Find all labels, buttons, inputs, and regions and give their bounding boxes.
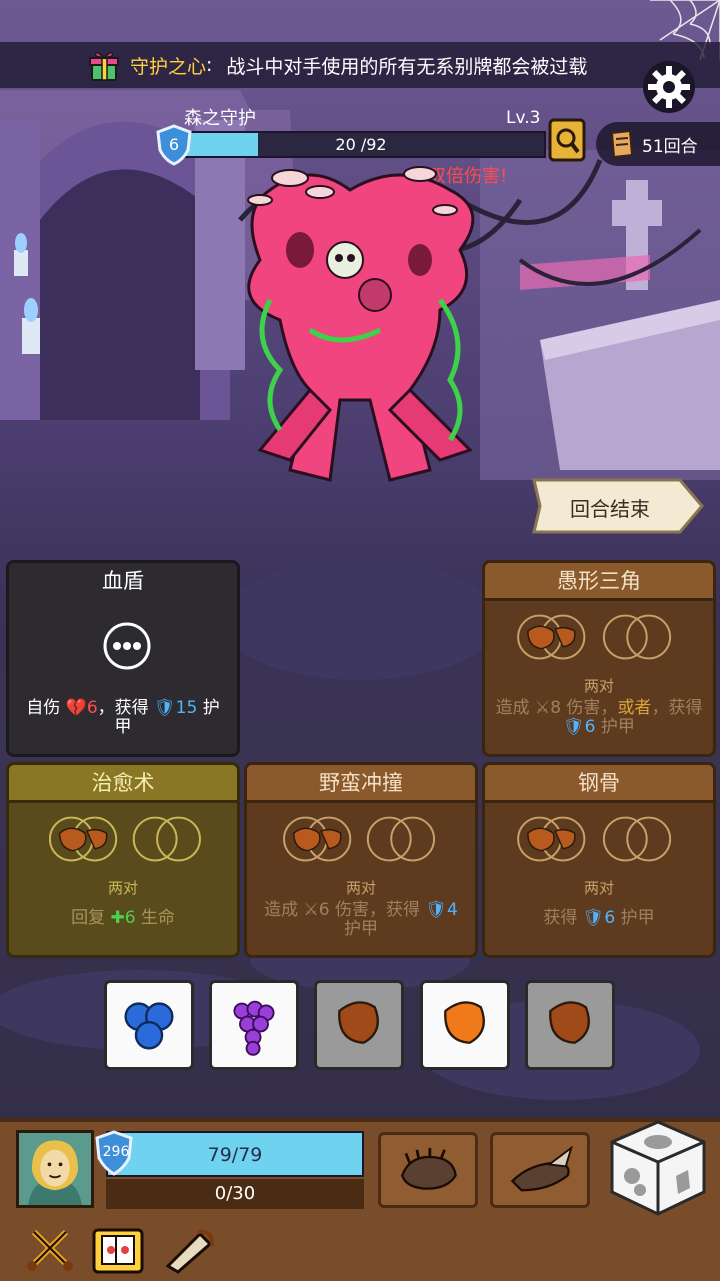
blueberry-icon (124, 1002, 174, 1050)
more-options-icon[interactable] (102, 621, 152, 671)
battle-scene: 守护之心 : 战斗中对手使用的所有无系别牌都会被过载 森之守护 Lv.3 20 … (0, 0, 720, 1281)
turn-count: 51回合 (642, 136, 698, 157)
skill-card-blood-shield[interactable]: 血盾 自伤 💔6，获得 🛡15 护甲 (6, 560, 240, 757)
desc-text: 生命 (135, 908, 175, 928)
end-turn-button[interactable]: 回合结束 (530, 474, 706, 538)
armor-value: 🛡15 (154, 698, 198, 718)
spiked-gauntlet-icon (400, 1147, 457, 1190)
die-5[interactable] (525, 980, 615, 1070)
card-description: 自伤 💔6，获得 🛡15 护甲 (19, 699, 227, 737)
enemy-shield-badge: 6 (155, 124, 193, 166)
damage-value: ⚔6 (303, 900, 330, 920)
turn-counter: 51回合 (596, 122, 720, 166)
armor-value: 🛡6 (582, 908, 616, 928)
pair-label: 两对 (583, 879, 614, 897)
card-description: 回复 ✚6 生命 (19, 909, 227, 928)
seed-icon (338, 1001, 379, 1044)
enemy-level: Lv.3 (506, 108, 541, 128)
card-description: 获得 🛡6 护甲 (495, 909, 703, 928)
grape-icon (233, 1000, 275, 1056)
equipment-slot-2[interactable] (490, 1132, 590, 1208)
desc-text: 自伤 (26, 698, 66, 718)
desc-text: 获得 (543, 908, 583, 928)
relic-name: 守护之心 (130, 55, 207, 78)
player-hp-text: 79/79 (207, 1144, 263, 1166)
dice-slots (48, 816, 201, 862)
damage-value: ⚔8 (534, 698, 562, 718)
card-deck-icon[interactable] (90, 1222, 146, 1276)
scroll-icon (610, 129, 634, 159)
card-title: 钢骨 (485, 765, 713, 803)
enemy-shield-value: 6 (168, 135, 180, 154)
dice-slots (283, 816, 436, 862)
crossed-swords-icon[interactable] (22, 1222, 78, 1276)
orange-seed-icon (444, 1001, 485, 1044)
skill-card-steel-bone[interactable]: 钢骨 两对 获得 🛡6 护甲 (482, 762, 716, 958)
desc-text: ，获得 (651, 698, 703, 718)
or-keyword: 或者 (617, 698, 652, 718)
pair-label: 两对 (107, 879, 138, 897)
armor-value: 🛡6 (563, 717, 596, 737)
self-damage-value: 💔6 (65, 698, 98, 718)
card-title: 野蛮冲撞 (247, 765, 475, 803)
player-armor-text: 0/30 (214, 1183, 256, 1204)
heal-value: ✚6 (110, 908, 136, 928)
pair-label: 两对 (583, 677, 614, 695)
equipment-slot-1[interactable] (378, 1132, 478, 1208)
armor-value: 🛡4 (425, 900, 458, 920)
player-portrait[interactable] (16, 1130, 94, 1208)
player-hp-bar: 79/79 (106, 1131, 364, 1177)
desc-text: 护甲 (344, 919, 378, 939)
card-title: 愚形三角 (485, 563, 713, 601)
seed-icon (549, 1001, 590, 1044)
relic-colon: : (206, 54, 213, 76)
card-description: 造成 ⚔6 伤害，获得 🛡4 护甲 (257, 901, 465, 939)
forest-guardian-monster[interactable] (200, 150, 510, 510)
skill-card-savage-charge[interactable]: 野蛮冲撞 两对 造成 ⚔6 伤害，获得 🛡4 护甲 (244, 762, 478, 958)
die-1[interactable] (104, 980, 194, 1070)
card-title: 治愈术 (9, 765, 237, 803)
desc-text: 回复 (71, 908, 111, 928)
relic-description: 战斗中对手使用的所有无系别牌都会被过载 (226, 55, 588, 78)
desc-text: 伤害，获得 (329, 900, 426, 920)
avatar (19, 1133, 91, 1205)
relic-banner: 守护之心 : 战斗中对手使用的所有无系别牌都会被过载 (0, 42, 720, 88)
enemy-intent-icon[interactable] (548, 118, 586, 162)
dice-slots (517, 816, 672, 862)
desc-text: 造成 (264, 900, 304, 920)
player-shield-badge: 296 (94, 1130, 134, 1176)
card-description: 造成 ⚔8 伤害，或者，获得 🛡6 护甲 (495, 699, 703, 737)
desc-text: ，获得 (97, 698, 155, 718)
player-armor-bar: 0/30 (106, 1179, 364, 1209)
player-shield-value: 296 (102, 1144, 130, 1160)
desc-text: 护甲 (595, 717, 635, 737)
skill-card-foolish-triangle[interactable]: 愚形三角 两对 造成 ⚔8 伤害，或者，获得 🛡6 护甲 (482, 560, 716, 757)
die-4[interactable] (420, 980, 510, 1070)
skill-card-heal[interactable]: 治愈术 两对 回复 ✚6 生命 (6, 762, 240, 958)
horn-icon[interactable] (160, 1222, 216, 1276)
desc-text: 伤害， (561, 698, 618, 718)
pair-label: 两对 (345, 879, 376, 897)
end-turn-label: 回合结束 (570, 497, 650, 521)
claw-weapon-icon (510, 1145, 574, 1192)
gear-icon[interactable] (640, 58, 698, 116)
die-2[interactable] (209, 980, 299, 1070)
desc-text: 护甲 (615, 908, 655, 928)
dice-cube-icon[interactable] (606, 1118, 710, 1218)
enemy-name: 森之守护 (184, 108, 256, 129)
desc-text: 造成 (495, 698, 535, 718)
dice-slots (517, 614, 672, 660)
die-3[interactable] (314, 980, 404, 1070)
gift-relic-icon[interactable] (86, 48, 122, 84)
card-title: 血盾 (102, 569, 144, 593)
